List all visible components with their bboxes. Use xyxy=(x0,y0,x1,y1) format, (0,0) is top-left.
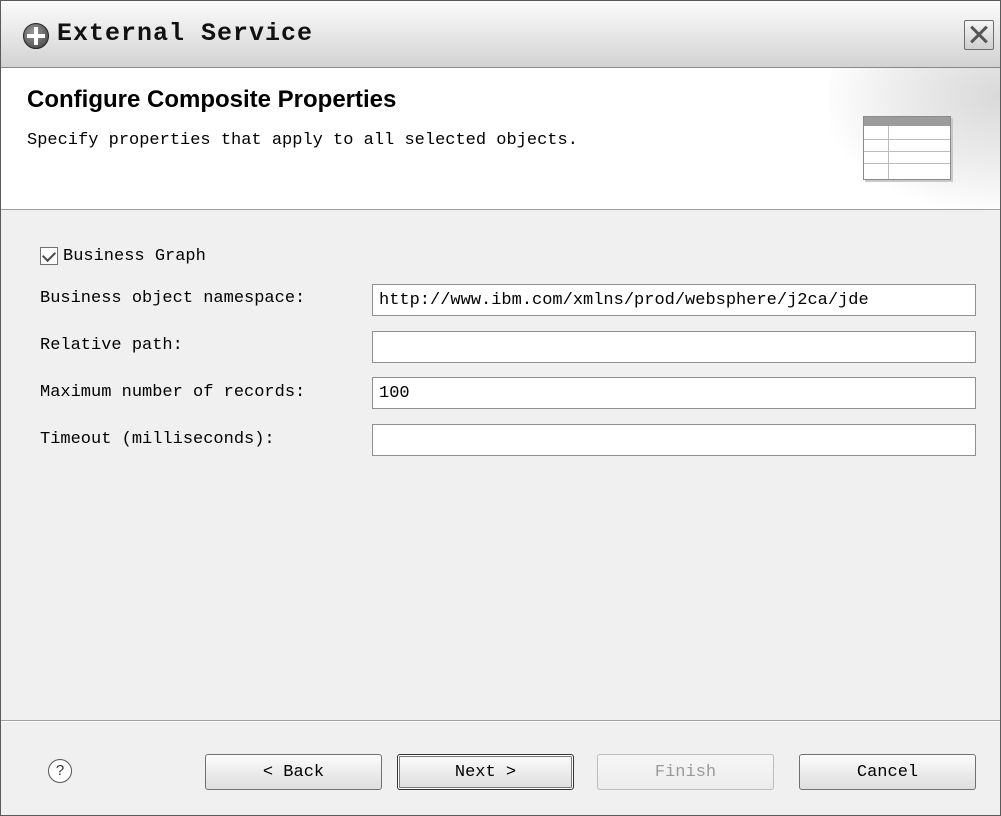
finish-button[interactable]: Finish xyxy=(597,754,774,790)
timeout-label: Timeout (milliseconds): xyxy=(40,430,275,449)
timeout-field[interactable] xyxy=(372,424,976,456)
relative-path-label: Relative path: xyxy=(40,336,183,355)
namespace-field[interactable] xyxy=(372,284,976,316)
next-button[interactable]: Next > xyxy=(397,754,574,790)
max-records-label: Maximum number of records: xyxy=(40,383,306,402)
title-bar[interactable]: External Service xyxy=(1,1,1000,68)
business-graph-checkbox[interactable] xyxy=(40,247,58,265)
relative-path-field[interactable] xyxy=(372,331,976,363)
namespace-label: Business object namespace: xyxy=(40,289,306,308)
help-icon[interactable]: ? xyxy=(48,759,72,783)
close-button[interactable] xyxy=(964,20,994,50)
business-graph-checkbox-row[interactable]: Business Graph xyxy=(40,244,206,268)
wizard-header: Configure Composite Properties Specify p… xyxy=(1,68,1000,210)
window-title: External Service xyxy=(57,19,314,48)
wizard-icon xyxy=(23,23,49,49)
external-service-dialog: External Service Configure Composite Pro… xyxy=(0,0,1001,816)
max-records-field[interactable] xyxy=(372,377,976,409)
business-graph-label: Business Graph xyxy=(63,246,206,266)
cancel-button[interactable]: Cancel xyxy=(799,754,976,790)
back-button[interactable]: < Back xyxy=(205,754,382,790)
table-icon xyxy=(863,116,951,180)
page-title: Configure Composite Properties xyxy=(27,86,397,113)
page-description: Specify properties that apply to all sel… xyxy=(27,131,578,150)
